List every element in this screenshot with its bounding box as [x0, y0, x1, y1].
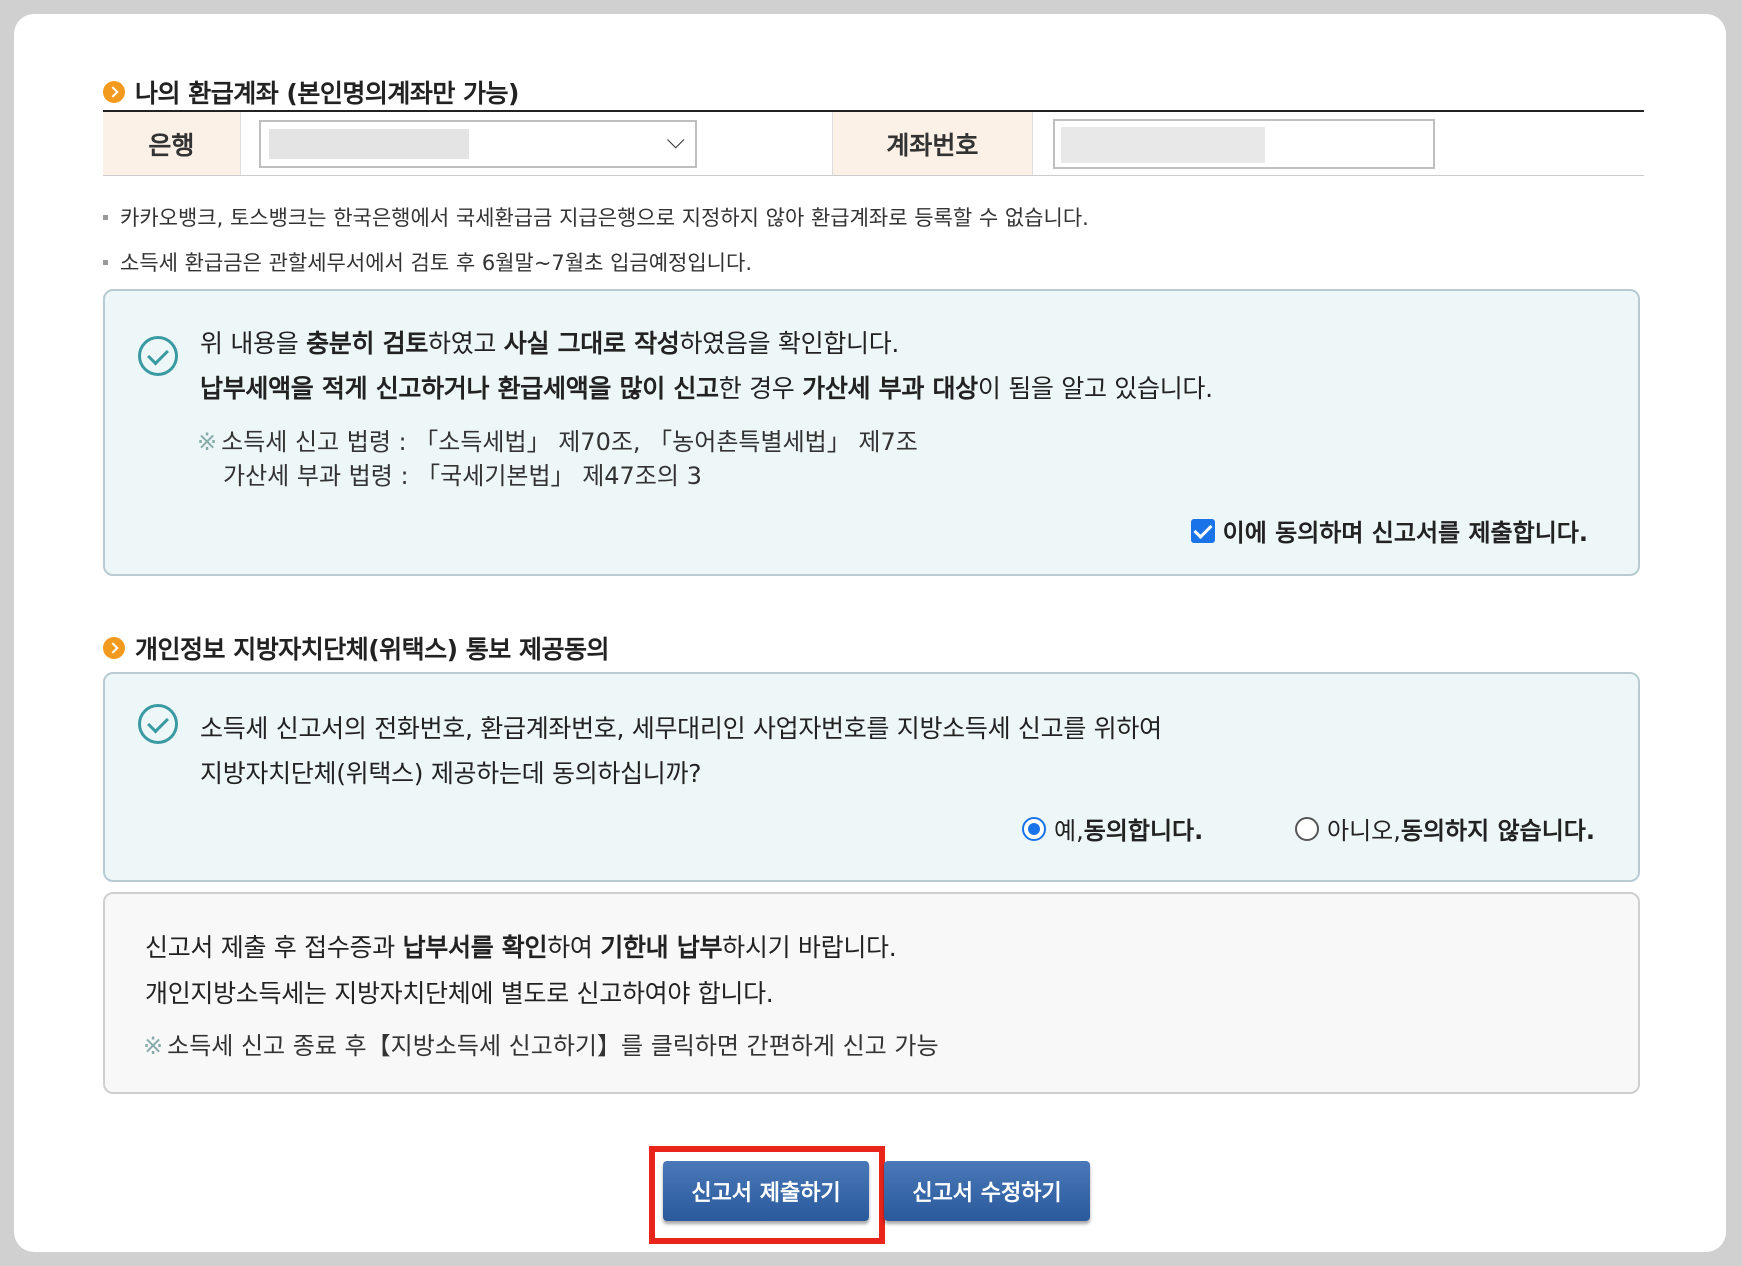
info-line-2: 개인지방소득세는 지방자치단체에 별도로 신고하여야 합니다.	[145, 979, 774, 1008]
agree-submit-checkbox[interactable]: 이에 동의하며 신고서를 제출합니다.	[1190, 513, 1588, 548]
text: 아니오,	[1327, 817, 1401, 845]
bank-select-value-redacted	[268, 128, 469, 159]
privacy-consent-title: 개인정보 지방자치단체(위택스) 통보 제공동의	[103, 630, 609, 666]
text: 소득세 신고 법령 : 「소득세법」 제70조, 「농어촌특별세법」 제7조	[221, 428, 918, 456]
bank-select[interactable]: ⌵	[258, 119, 697, 168]
agree-submit-label: 이에 동의하며 신고서를 제출합니다.	[1222, 519, 1588, 547]
submit-return-button[interactable]: 신고서 제출하기	[663, 1161, 869, 1221]
note-bullet-icon	[103, 214, 108, 220]
chevron-down-icon: ⌵	[666, 125, 685, 154]
privacy-line-2: 지방자치단체(위택스) 제공하는데 동의하십니까?	[200, 759, 702, 788]
law-reference-2: 가산세 부과 법령 : 「국세기본법」 제47조의 3	[223, 462, 702, 490]
text: 예,	[1054, 817, 1084, 845]
text-bold: 동의합니다.	[1083, 817, 1204, 845]
law-reference-1: ※ 소득세 신고 법령 : 「소득세법」 제70조, 「농어촌특별세법」 제7조	[197, 422, 918, 457]
reference-mark: ※	[197, 428, 218, 456]
radio-selected-icon[interactable]	[1022, 816, 1046, 841]
text-bold: 기한내 납부	[600, 933, 723, 962]
refund-account-row: 은행 ⌵ 계좌번호	[103, 110, 1644, 176]
edit-return-button[interactable]: 신고서 수정하기	[884, 1161, 1090, 1221]
privacy-line-1: 소득세 신고서의 전화번호, 환급계좌번호, 세무대리인 사업자번호를 지방소득…	[200, 714, 1162, 743]
text-bold: 납부서를 확인	[402, 933, 548, 962]
confirm-line-2: 납부세액을 적게 신고하거나 환급세액을 많이 신고한 경우 가산세 부과 대상…	[200, 369, 1213, 405]
privacy-consent-box: 소득세 신고서의 전화번호, 환급계좌번호, 세무대리인 사업자번호를 지방소득…	[103, 672, 1640, 882]
text: 소득세 신고 종료 후【지방소득세 신고하기】를 클릭하면 간편하게 신고 가능	[167, 1032, 939, 1060]
text: 한 경우	[718, 374, 803, 403]
text: 하였고	[428, 329, 504, 358]
info-line-3: ※ 소득세 신고 종료 후【지방소득세 신고하기】를 클릭하면 간편하게 신고 가…	[143, 1026, 939, 1061]
text: 하였음을 확인합니다.	[679, 329, 900, 358]
text-bold: 충분히 검토	[306, 329, 429, 358]
text-bold: 납부세액을 적게 신고하거나 환급세액을 많이 신고	[200, 374, 719, 403]
text: 하여	[547, 933, 601, 962]
bank-cell: ⌵	[239, 112, 832, 175]
refund-account-title: 나의 환급계좌 (본인명의계좌만 가능)	[103, 74, 519, 110]
note-refund-schedule: 소득세 환급금은 관할세무서에서 검토 후 6월말~7월초 입금예정입니다.	[103, 247, 752, 277]
text: 신고서 제출 후 접수증과	[145, 933, 403, 962]
privacy-consent-title-text: 개인정보 지방자치단체(위택스) 통보 제공동의	[135, 635, 609, 664]
confirm-line-1: 위 내용을 충분히 검토하였고 사실 그대로 작성하였음을 확인합니다.	[200, 324, 899, 360]
account-number-value-redacted	[1060, 126, 1265, 163]
text-bold: 가산세 부과 대상	[802, 374, 978, 403]
note-text: 카카오뱅크, 토스뱅크는 한국은행에서 국세환급금 지급은행으로 지정하지 않아…	[120, 206, 1089, 230]
check-circle-icon	[138, 704, 178, 744]
account-number-input[interactable]	[1052, 118, 1435, 169]
radio-unselected-icon[interactable]	[1295, 816, 1319, 841]
account-number-label: 계좌번호	[832, 112, 1032, 175]
filing-info-box: 신고서 제출 후 접수증과 납부서를 확인하여 기한내 납부하시기 바랍니다. …	[103, 892, 1640, 1094]
text-bold: 동의하지 않습니다.	[1400, 817, 1595, 845]
check-circle-icon	[138, 336, 178, 376]
text: 위 내용을	[200, 329, 307, 358]
refund-account-title-text: 나의 환급계좌 (본인명의계좌만 가능)	[135, 79, 519, 108]
account-number-cell	[1031, 112, 1644, 175]
checkbox-checked-icon[interactable]	[1190, 518, 1215, 543]
text-bold: 사실 그대로 작성	[503, 329, 680, 358]
text: 하시기 바랍니다.	[722, 933, 897, 962]
section-bullet-icon	[103, 81, 125, 103]
confirmation-box: 위 내용을 충분히 검토하였고 사실 그대로 작성하였음을 확인합니다. 납부세…	[103, 289, 1640, 576]
info-line-1: 신고서 제출 후 접수증과 납부서를 확인하여 기한내 납부하시기 바랍니다.	[145, 928, 897, 964]
reference-mark: ※	[143, 1032, 164, 1060]
text: 이 됨을 알고 있습니다.	[977, 374, 1213, 403]
form-card: 나의 환급계좌 (본인명의계좌만 가능) 은행 ⌵ 계좌번호 카카오뱅크, 토스…	[14, 14, 1726, 1252]
section-bullet-icon	[103, 637, 125, 659]
bank-label: 은행	[103, 112, 240, 175]
note-bullet-icon	[103, 259, 108, 265]
consent-yes-option[interactable]: 예, 동의합니다.	[1022, 811, 1203, 846]
consent-no-option[interactable]: 아니오, 동의하지 않습니다.	[1295, 811, 1595, 846]
note-kakao-toss: 카카오뱅크, 토스뱅크는 한국은행에서 국세환급금 지급은행으로 지정하지 않아…	[103, 202, 1089, 232]
note-text: 소득세 환급금은 관할세무서에서 검토 후 6월말~7월초 입금예정입니다.	[120, 251, 753, 275]
